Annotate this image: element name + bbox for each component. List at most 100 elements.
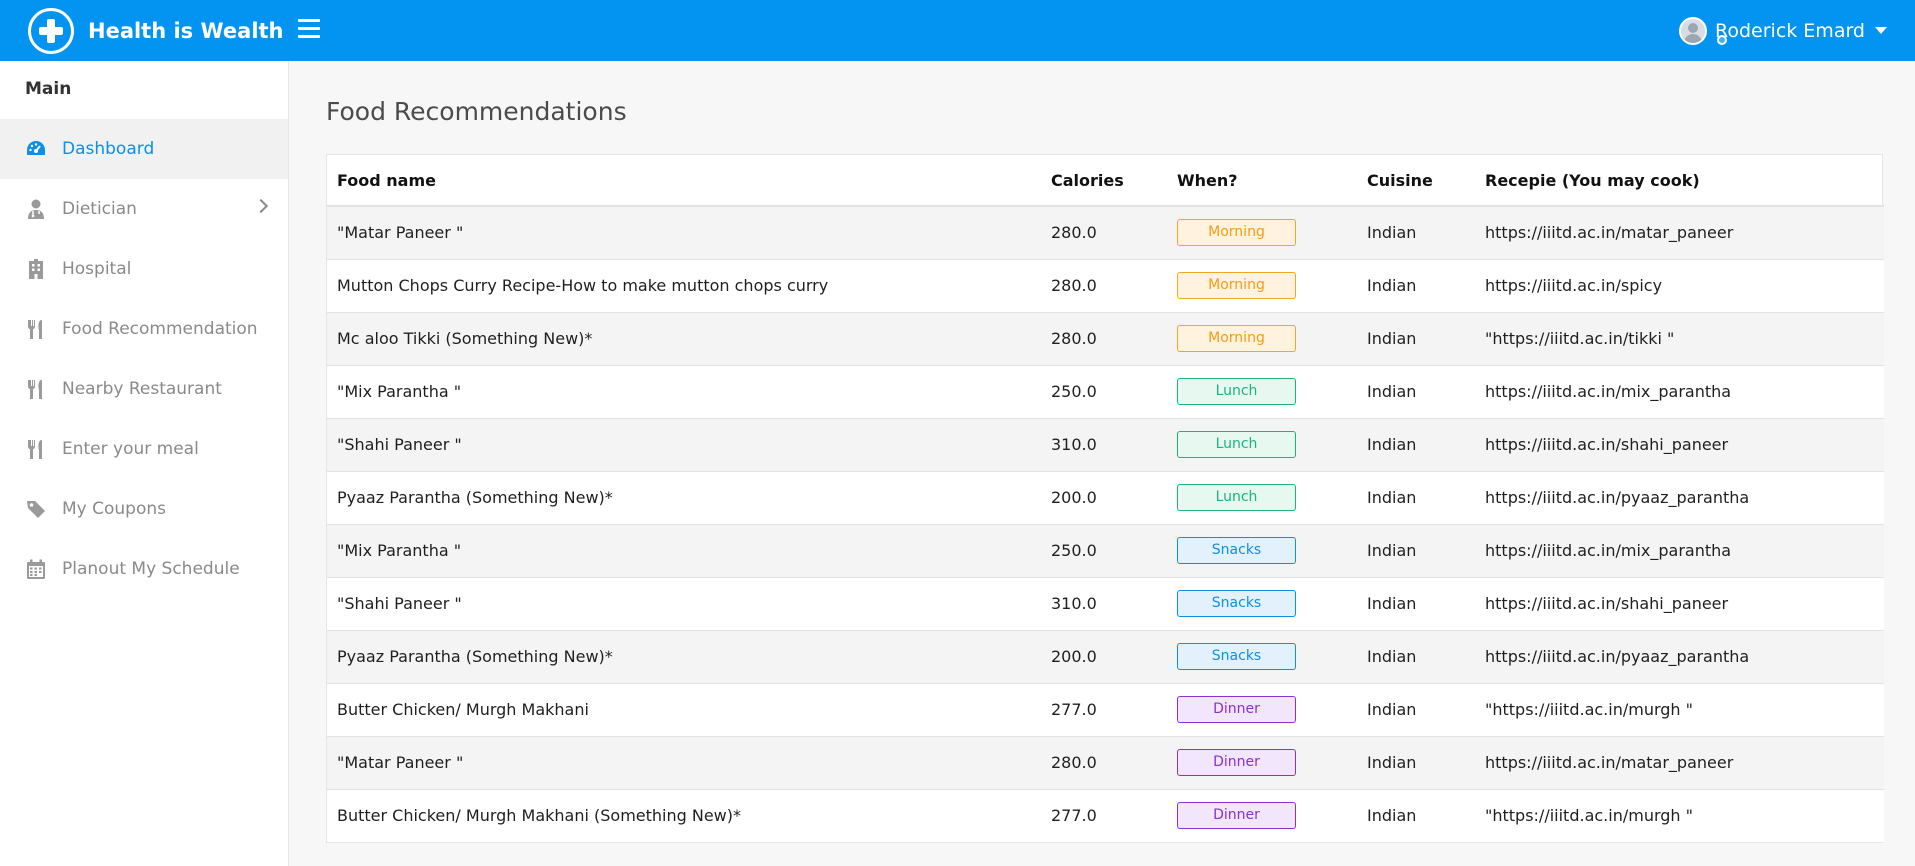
table-row: "Shahi Paneer " 310.0 Lunch Indian https://i…	[327, 417, 1884, 471]
sidebar-item-dietician[interactable]: Dietician	[0, 179, 288, 239]
food-name-cell: "Shahi Paneer "	[327, 417, 1041, 471]
avatar	[1679, 16, 1707, 45]
column-header-food-name[interactable]: Food name	[327, 155, 1041, 207]
sidebar-item-label: Dietician	[62, 199, 137, 219]
tag-icon	[25, 498, 47, 520]
medical-cross-icon	[28, 7, 74, 54]
table-row: Pyaaz Parantha (Something New)* 200.0 Snac…	[327, 629, 1884, 683]
main-content: Food Recommendations Food name Calories …	[289, 61, 1915, 866]
calories-cell: 310.0	[1041, 417, 1167, 471]
when-cell: Snacks	[1167, 629, 1357, 683]
cuisine-cell: Indian	[1357, 417, 1475, 471]
food-name-cell: Pyaaz Parantha (Something New)*	[327, 470, 1041, 524]
cuisine-cell: Indian	[1357, 364, 1475, 418]
cuisine-cell: Indian	[1357, 735, 1475, 789]
sidebar-item-label: Nearby Restaurant	[62, 379, 222, 399]
cutlery-icon	[25, 378, 47, 400]
top-header: Health is Wealth Roderick Emard	[0, 0, 1915, 61]
sidebar-item-food-recommendation[interactable]: Food Recommendation	[0, 299, 288, 359]
cuisine-cell: Indian	[1357, 258, 1475, 312]
table-row: "Shahi Paneer " 310.0 Snacks Indian https://…	[327, 576, 1884, 630]
when-cell: Lunch	[1167, 470, 1357, 524]
recipe-link-cell[interactable]: https://iiitd.ac.in/pyaaz_parantha	[1475, 629, 1884, 683]
hamburger-icon	[298, 19, 320, 22]
sidebar-item-hospital[interactable]: Hospital	[0, 239, 288, 299]
food-name-cell: "Mix Parantha "	[327, 364, 1041, 418]
meal-time-badge: Morning	[1177, 325, 1296, 352]
calories-cell: 277.0	[1041, 788, 1167, 842]
caret-down-icon	[1875, 27, 1887, 34]
table-row: "Mix Parantha " 250.0 Lunch Indian https://i…	[327, 364, 1884, 418]
when-cell: Morning	[1167, 311, 1357, 365]
food-name-cell: Pyaaz Parantha (Something New)*	[327, 629, 1041, 683]
calories-cell: 280.0	[1041, 735, 1167, 789]
when-cell: Dinner	[1167, 735, 1357, 789]
when-cell: Snacks	[1167, 576, 1357, 630]
cuisine-cell: Indian	[1357, 629, 1475, 683]
table-header-row: Food name Calories When? Cuisine Recepie…	[327, 155, 1884, 207]
menu-toggle-button[interactable]	[298, 19, 324, 41]
when-cell: Morning	[1167, 258, 1357, 312]
meal-time-badge: Lunch	[1177, 378, 1296, 405]
sidebar-item-my-coupons[interactable]: My Coupons	[0, 479, 288, 539]
calories-cell: 200.0	[1041, 470, 1167, 524]
calories-cell: 277.0	[1041, 682, 1167, 736]
sidebar-item-label: My Coupons	[62, 499, 167, 519]
column-header-calories[interactable]: Calories	[1041, 155, 1167, 207]
recipe-link-cell[interactable]: https://iiitd.ac.in/mix_parantha	[1475, 364, 1884, 418]
meal-time-badge: Snacks	[1177, 537, 1296, 564]
column-header-cuisine[interactable]: Cuisine	[1357, 155, 1475, 207]
cuisine-cell: Indian	[1357, 576, 1475, 630]
food-name-cell: Butter Chicken/ Murgh Makhani	[327, 682, 1041, 736]
column-header-recipe[interactable]: Recepie (You may cook)	[1475, 155, 1884, 207]
recipe-link-cell[interactable]: "https://iiitd.ac.in/murgh "	[1475, 682, 1884, 736]
recipe-link-cell[interactable]: https://iiitd.ac.in/shahi_paneer	[1475, 417, 1884, 471]
table-row: Pyaaz Parantha (Something New)* 200.0 Lunc…	[327, 470, 1884, 524]
user-name: Roderick Emard	[1715, 19, 1865, 42]
food-recommendations-table: Food name Calories When? Cuisine Recepie…	[326, 154, 1884, 843]
sidebar-item-label: Enter your meal	[62, 439, 199, 459]
column-header-when[interactable]: When?	[1167, 155, 1357, 207]
dashboard-icon	[25, 138, 47, 160]
recipe-link-cell[interactable]: https://iiitd.ac.in/shahi_paneer	[1475, 576, 1884, 630]
when-cell: Lunch	[1167, 417, 1357, 471]
cuisine-cell: Indian	[1357, 470, 1475, 524]
sidebar: Main Dashboard Dietician Hospital Food R…	[0, 61, 289, 866]
meal-time-badge: Lunch	[1177, 431, 1296, 458]
meal-time-badge: Morning	[1177, 219, 1296, 247]
user-menu[interactable]: Roderick Emard	[1679, 0, 1915, 61]
sidebar-item-enter-your-meal[interactable]: Enter your meal	[0, 419, 288, 479]
cuisine-cell: Indian	[1357, 311, 1475, 365]
recipe-link-cell[interactable]: https://iiitd.ac.in/spicy	[1475, 258, 1884, 312]
table-row: Mc aloo Tikki (Something New)* 280.0 Morni…	[327, 311, 1884, 365]
recipe-link-cell[interactable]: "https://iiitd.ac.in/murgh "	[1475, 788, 1884, 842]
sidebar-item-label: Food Recommendation	[62, 319, 258, 339]
calories-cell: 280.0	[1041, 258, 1167, 312]
meal-time-badge: Dinner	[1177, 749, 1296, 776]
meal-time-badge: Dinner	[1177, 696, 1296, 723]
sidebar-item-planout-my-schedule[interactable]: Planout My Schedule	[0, 539, 288, 599]
cuisine-cell: Indian	[1357, 205, 1475, 259]
table-row: Butter Chicken/ Murgh Makhani (Something…	[327, 788, 1884, 842]
meal-time-badge: Morning	[1177, 272, 1296, 299]
food-name-cell: Butter Chicken/ Murgh Makhani (Something…	[327, 788, 1041, 842]
table-row: "Matar Paneer " 280.0 Morning Indian https:/…	[327, 205, 1884, 259]
meal-time-badge: Snacks	[1177, 643, 1296, 670]
calories-cell: 200.0	[1041, 629, 1167, 683]
chevron-right-icon	[253, 198, 269, 214]
sidebar-item-dashboard[interactable]: Dashboard	[0, 119, 288, 179]
calories-cell: 280.0	[1041, 205, 1167, 259]
food-name-cell: Mc aloo Tikki (Something New)*	[327, 311, 1041, 365]
sidebar-section-title: Main	[25, 79, 72, 99]
recipe-link-cell[interactable]: https://iiitd.ac.in/pyaaz_parantha	[1475, 470, 1884, 524]
cuisine-cell: Indian	[1357, 682, 1475, 736]
recipe-link-cell[interactable]: https://iiitd.ac.in/matar_paneer	[1475, 735, 1884, 789]
recipe-link-cell[interactable]: https://iiitd.ac.in/matar_paneer	[1475, 205, 1884, 259]
sidebar-item-nearby-restaurant[interactable]: Nearby Restaurant	[0, 359, 288, 419]
calendar-icon	[25, 558, 47, 580]
app-logo[interactable]: Health is Wealth	[28, 0, 284, 61]
sidebar-item-label: Planout My Schedule	[62, 559, 240, 579]
sidebar-item-label: Hospital	[62, 259, 132, 279]
recipe-link-cell[interactable]: "https://iiitd.ac.in/tikki "	[1475, 311, 1884, 365]
recipe-link-cell[interactable]: https://iiitd.ac.in/mix_parantha	[1475, 523, 1884, 577]
